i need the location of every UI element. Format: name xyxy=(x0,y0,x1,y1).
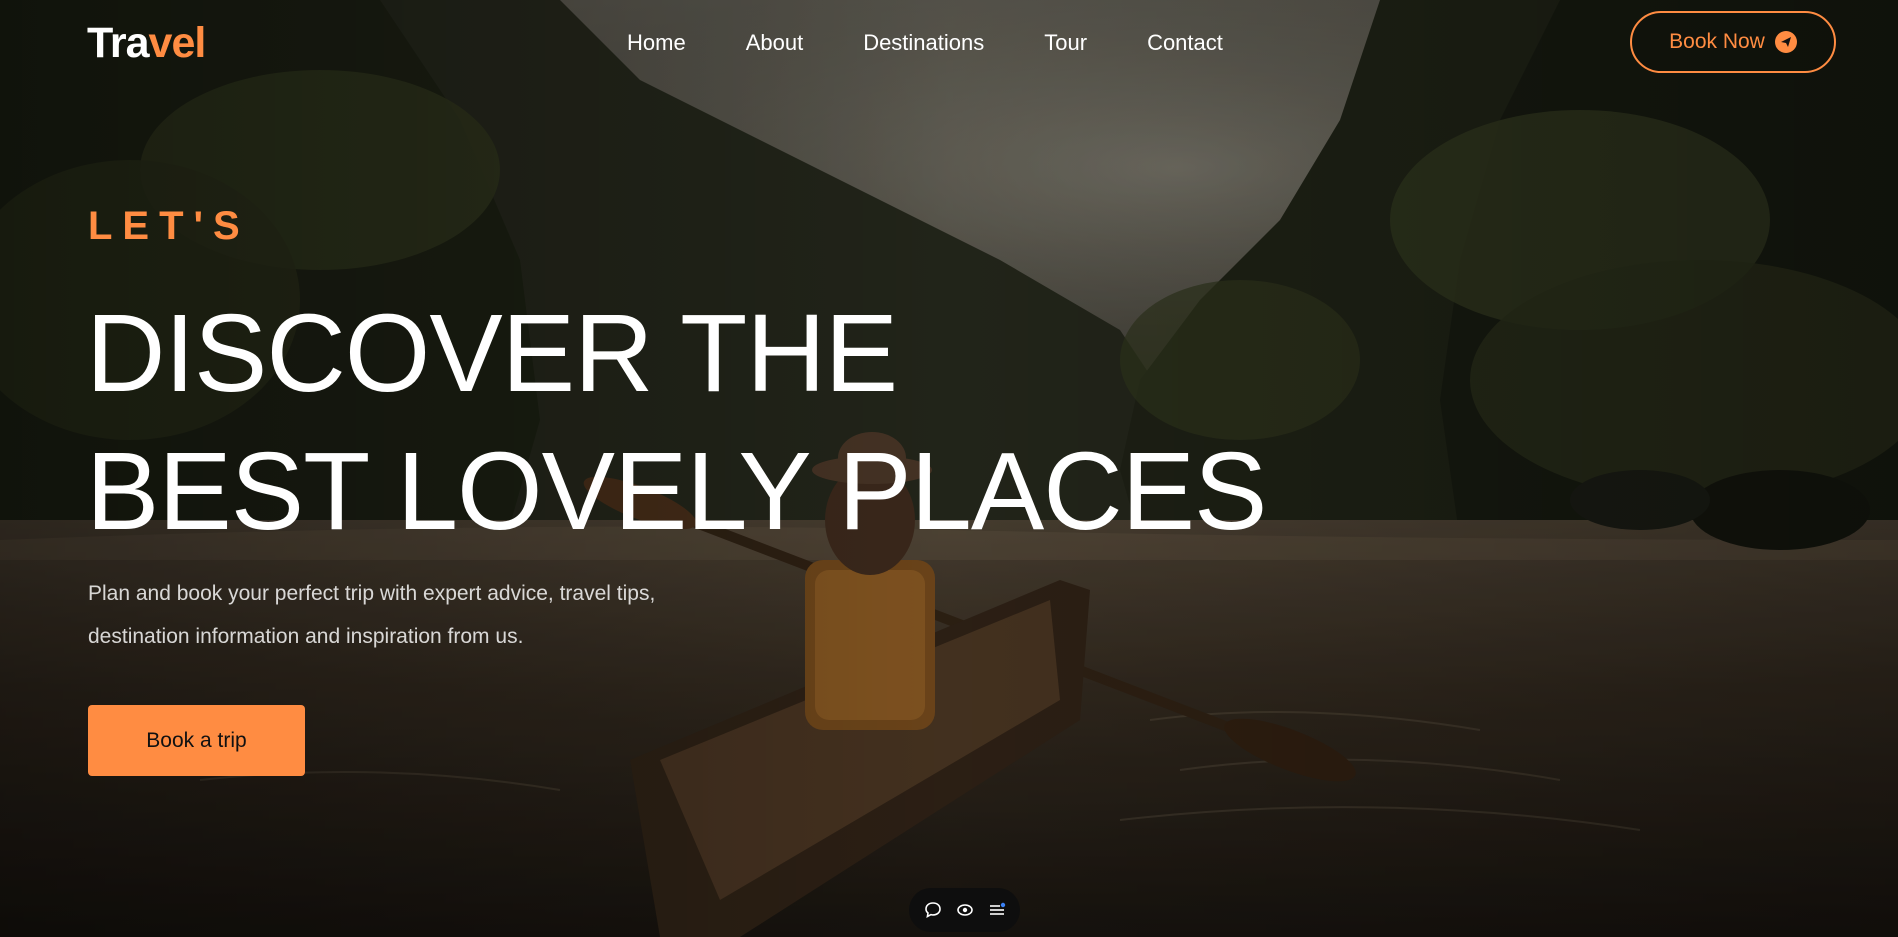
nav-link-home[interactable]: Home xyxy=(627,28,686,58)
hero-headline: DISCOVER THE BEST LOVELY PLACES xyxy=(86,285,1267,561)
hero-eyebrow: LET'S xyxy=(88,204,250,248)
menu-list-icon[interactable] xyxy=(988,901,1006,919)
nav-link-about[interactable]: About xyxy=(746,28,804,58)
nav-link-tour[interactable]: Tour xyxy=(1044,28,1087,58)
eye-icon[interactable] xyxy=(956,901,974,919)
paper-plane-icon xyxy=(1774,31,1797,53)
nav-link-contact[interactable]: Contact xyxy=(1147,28,1223,58)
site-logo[interactable]: Travel xyxy=(87,16,207,70)
book-a-trip-button[interactable]: Book a trip xyxy=(88,705,305,776)
nav-link-destinations[interactable]: Destinations xyxy=(863,28,984,58)
main-navigation: Home About Destinations Tour Contact xyxy=(627,28,1223,58)
hero-headline-line1: DISCOVER THE xyxy=(86,292,898,415)
book-now-label: Book Now xyxy=(1669,30,1765,53)
logo-text-part1: Tra xyxy=(87,19,150,67)
logo-text-part2: vel xyxy=(148,19,207,67)
hero-description: Plan and book your perfect trip with exp… xyxy=(88,582,656,648)
chat-bubble-icon[interactable] xyxy=(924,901,942,919)
hero-headline-line2: BEST LOVELY PLACES xyxy=(86,430,1267,553)
book-now-button[interactable]: Book Now xyxy=(1630,11,1836,73)
floating-toolbar xyxy=(909,888,1020,932)
